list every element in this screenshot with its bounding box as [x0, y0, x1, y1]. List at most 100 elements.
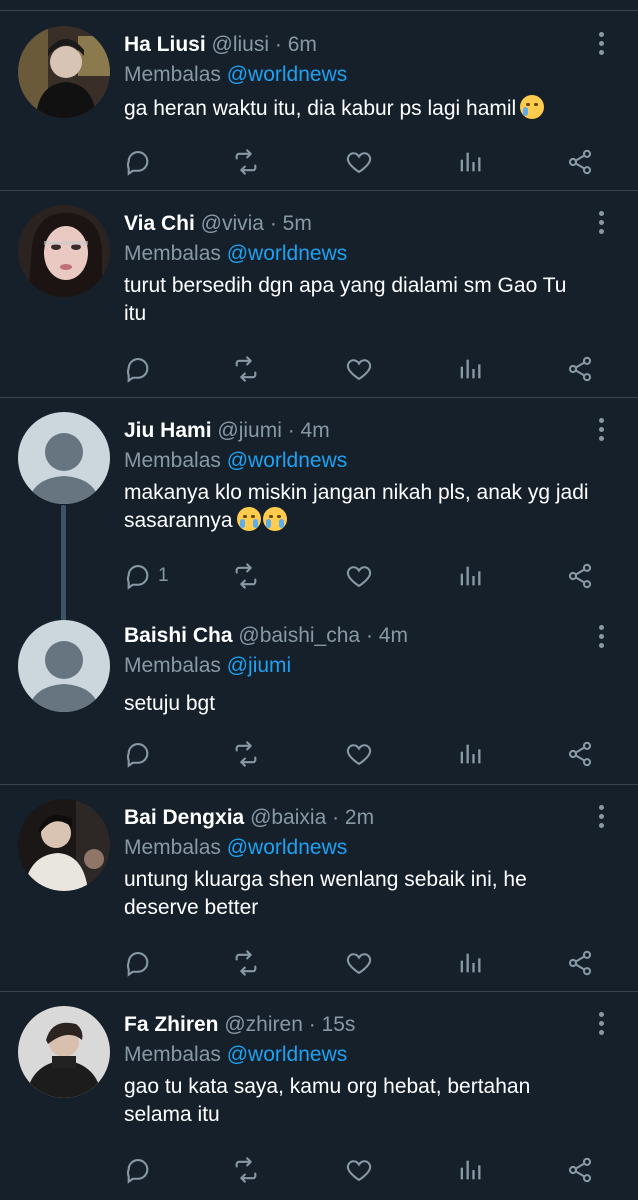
analytics-button[interactable]: [456, 147, 484, 177]
share-button[interactable]: [566, 561, 594, 591]
share-icon: [566, 949, 594, 977]
reply-icon: [124, 1156, 152, 1184]
tweet-card[interactable]: Bai Dengxia @baixia · 2m Membalas @world…: [0, 785, 638, 991]
username[interactable]: @jiumi: [217, 419, 282, 442]
username[interactable]: @baishi_cha: [238, 624, 360, 647]
reply-icon: [124, 355, 152, 383]
username[interactable]: @baixia: [250, 806, 326, 829]
display-name[interactable]: Bai Dengxia: [124, 806, 244, 829]
analytics-button[interactable]: [456, 948, 484, 978]
tweet-card[interactable]: Baishi Cha @baishi_cha · 4m Membalas @ji…: [0, 608, 638, 784]
more-icon[interactable]: [596, 32, 606, 58]
more-icon[interactable]: [596, 625, 606, 651]
replying-to: Membalas @worldnews: [124, 60, 347, 90]
tweet-body: untung kluarga shen wenlang sebaik ini, …: [124, 868, 527, 919]
display-name[interactable]: Via Chi: [124, 212, 195, 235]
tweet-card[interactable]: Via Chi @vivia · 5m Membalas @worldnews …: [0, 191, 638, 397]
username[interactable]: @liusi: [212, 33, 270, 56]
like-icon: [345, 562, 373, 590]
avatar[interactable]: [18, 412, 110, 504]
reply-button[interactable]: [124, 354, 158, 384]
reply-button[interactable]: [124, 147, 158, 177]
replying-to-label: Membalas: [124, 1043, 221, 1066]
reply-button[interactable]: [124, 739, 158, 769]
retweet-button[interactable]: [232, 948, 260, 978]
retweet-icon: [232, 148, 260, 176]
replying-to: Membalas @worldnews: [124, 446, 347, 476]
more-icon[interactable]: [596, 805, 606, 831]
username[interactable]: @zhiren: [224, 1013, 303, 1036]
display-name[interactable]: Ha Liusi: [124, 33, 206, 56]
like-icon: [345, 949, 373, 977]
retweet-button[interactable]: [232, 739, 260, 769]
mention-link[interactable]: @worldnews: [227, 242, 348, 265]
timestamp[interactable]: 2m: [345, 806, 374, 829]
meta-separator: ·: [263, 212, 283, 235]
timestamp[interactable]: 15s: [322, 1013, 356, 1036]
reply-button[interactable]: [124, 1155, 158, 1185]
replying-to-label: Membalas: [124, 654, 221, 677]
replying-to: Membalas @worldnews: [124, 1040, 347, 1070]
display-name[interactable]: Jiu Hami: [124, 419, 212, 442]
timestamp[interactable]: 4m: [379, 624, 408, 647]
replying-to: Membalas @worldnews: [124, 833, 347, 863]
retweet-button[interactable]: [232, 354, 260, 384]
analytics-button[interactable]: [456, 1155, 484, 1185]
more-icon[interactable]: [596, 211, 606, 237]
share-button[interactable]: [566, 1155, 594, 1185]
tweet-header: Baishi Cha @baishi_cha · 4m: [124, 621, 408, 651]
analytics-button[interactable]: [456, 739, 484, 769]
share-icon: [566, 1156, 594, 1184]
like-button[interactable]: [345, 948, 373, 978]
avatar[interactable]: [18, 620, 110, 712]
mention-link[interactable]: @worldnews: [227, 836, 348, 859]
reply-button[interactable]: 1: [124, 561, 169, 591]
like-button[interactable]: [345, 1155, 373, 1185]
more-icon[interactable]: [596, 1012, 606, 1038]
share-button[interactable]: [566, 147, 594, 177]
more-icon[interactable]: [596, 418, 606, 444]
tweet-body: turut bersedih dgn apa yang dialami sm G…: [124, 274, 567, 325]
tweet-card[interactable]: Fa Zhiren @zhiren · 15s Membalas @worldn…: [0, 992, 638, 1200]
timestamp[interactable]: 6m: [288, 33, 317, 56]
retweet-icon: [232, 562, 260, 590]
replying-to: Membalas @worldnews: [124, 239, 347, 269]
analytics-icon: [456, 949, 484, 977]
analytics-button[interactable]: [456, 354, 484, 384]
retweet-button[interactable]: [232, 1155, 260, 1185]
retweet-icon: [232, 949, 260, 977]
retweet-button[interactable]: [232, 561, 260, 591]
timestamp[interactable]: 4m: [301, 419, 330, 442]
avatar[interactable]: [18, 26, 110, 118]
timestamp[interactable]: 5m: [283, 212, 312, 235]
like-button[interactable]: [345, 354, 373, 384]
analytics-button[interactable]: [456, 561, 484, 591]
display-name[interactable]: Baishi Cha: [124, 624, 233, 647]
crying-face-icon: [520, 95, 545, 119]
retweet-button[interactable]: [232, 147, 260, 177]
like-button[interactable]: [345, 739, 373, 769]
tweet-card[interactable]: Ha Liusi @liusi · 6m Membalas @worldnews…: [0, 12, 638, 190]
avatar[interactable]: [18, 799, 110, 891]
mention-link[interactable]: @worldnews: [227, 63, 348, 86]
share-button[interactable]: [566, 739, 594, 769]
mention-link[interactable]: @jiumi: [227, 654, 292, 677]
like-button[interactable]: [345, 147, 373, 177]
username[interactable]: @vivia: [201, 212, 264, 235]
tweet-text: setuju bgt: [124, 690, 604, 718]
replying-to-label: Membalas: [124, 836, 221, 859]
share-icon: [566, 148, 594, 176]
analytics-icon: [456, 355, 484, 383]
share-button[interactable]: [566, 354, 594, 384]
mention-link[interactable]: @worldnews: [227, 1043, 348, 1066]
like-icon: [345, 1156, 373, 1184]
mention-link[interactable]: @worldnews: [227, 449, 348, 472]
like-button[interactable]: [345, 561, 373, 591]
share-button[interactable]: [566, 948, 594, 978]
avatar[interactable]: [18, 205, 110, 297]
reply-button[interactable]: [124, 948, 158, 978]
avatar[interactable]: [18, 1006, 110, 1098]
display-name[interactable]: Fa Zhiren: [124, 1013, 219, 1036]
tweet-header: Bai Dengxia @baixia · 2m: [124, 803, 374, 833]
tweet-card[interactable]: Jiu Hami @jiumi · 4m Membalas @worldnews…: [0, 398, 638, 608]
